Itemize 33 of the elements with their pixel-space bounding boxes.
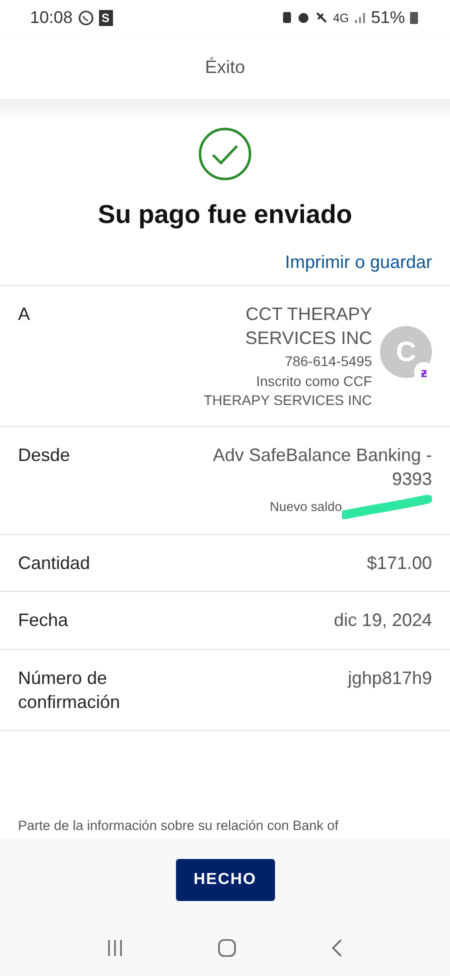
home-icon[interactable] (216, 938, 237, 958)
print-link[interactable]: Imprimir o guardar (284, 252, 432, 274)
status-time: 10:08 (30, 8, 73, 28)
detail-value: jghp817h9 (348, 666, 432, 690)
signal-icon (354, 12, 366, 24)
recipient-label: A (18, 303, 30, 326)
battery-level: 51% (370, 8, 405, 28)
disclaimer-text: Parte de la información sobre su relación con Bank of (17, 818, 340, 835)
success-heading: Su pago fue enviado (98, 199, 352, 230)
detail-label: Número de confirmación (18, 666, 122, 714)
enrolled-name: THERAPY SERVICES INC (204, 391, 372, 410)
from-label: Desde (18, 444, 70, 467)
enrolled-name: Inscrito como CCF (256, 372, 372, 392)
detail-label: Fecha (18, 609, 68, 632)
recipient-name: SERVICES INC (245, 327, 372, 350)
page-title: Éxito (204, 57, 246, 78)
mute-icon (314, 11, 328, 24)
balance-label: Nuevo saldo (270, 498, 342, 516)
account-name: Adv SafeBalance Banking - (212, 444, 432, 467)
detail-value: $171.00 (366, 552, 432, 576)
recipient-phone: 786-614-5495 (284, 352, 372, 372)
check-circle-icon (198, 127, 252, 182)
recent-apps-icon[interactable] (106, 939, 124, 958)
detail-value: dic 19, 2024 (334, 609, 432, 632)
network-label: 4G (332, 10, 349, 25)
detail-label: Cantidad (18, 552, 90, 576)
back-icon[interactable] (330, 938, 344, 958)
recipient-name: CCT THERAPY (246, 303, 372, 326)
account-name: 9393 (392, 468, 432, 491)
battery-icon (410, 11, 418, 24)
app-badge: S (98, 10, 113, 26)
done-button[interactable]: HECHO (176, 858, 274, 901)
battery-saver-icon (282, 11, 292, 24)
